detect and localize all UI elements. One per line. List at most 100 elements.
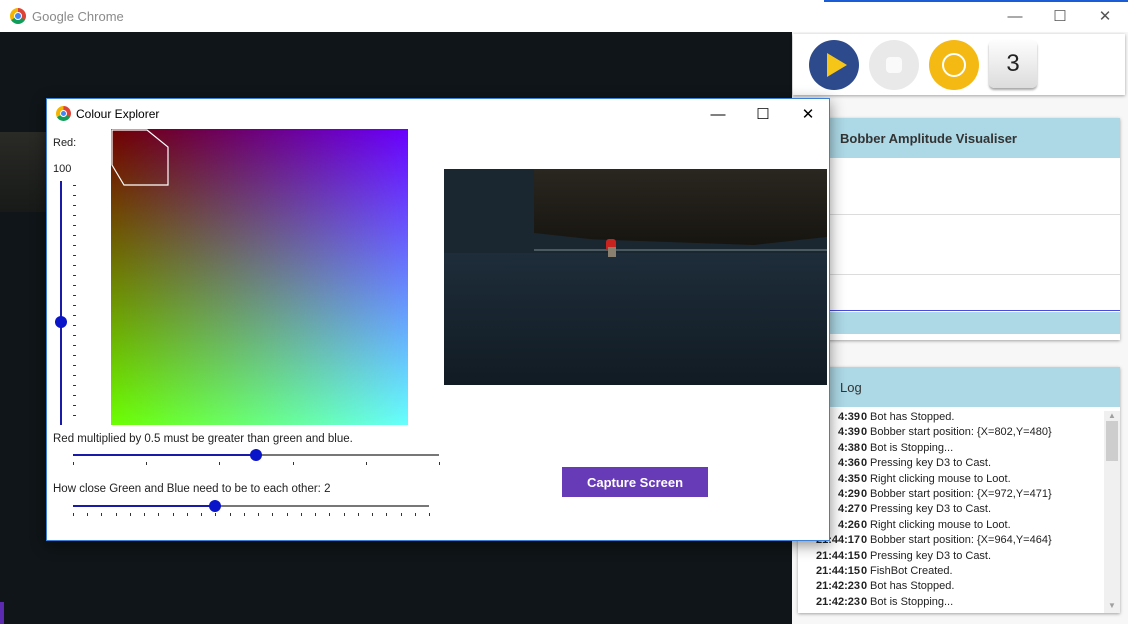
- log-time: 4:29: [837, 488, 860, 500]
- log-entry: 21:44:15 0 Pressing key D3 to Cast.: [798, 550, 1102, 565]
- chrome-logo-icon: [56, 106, 71, 121]
- slider-tick: [219, 462, 221, 465]
- slider-tick: [115, 513, 117, 516]
- slider-tick: [429, 513, 430, 516]
- log-level: 0: [861, 441, 868, 454]
- slider-tick: [329, 513, 331, 516]
- log-message: FishBot Created.: [870, 565, 953, 577]
- slider-tick: [146, 462, 148, 465]
- slider-tick: [172, 513, 174, 516]
- slider-tick: [400, 513, 402, 516]
- slider-tick: [292, 462, 294, 465]
- slider-tick: [73, 285, 76, 286]
- log-entry: 4:39 0 Bobber start position: {X=802,Y=480…: [798, 426, 1102, 441]
- slider-tick: [414, 513, 416, 516]
- red-slider[interactable]: [53, 181, 76, 425]
- log-time: 4:38: [837, 441, 860, 454]
- log-message: Pressing key D3 to Cast.: [870, 457, 992, 470]
- log-entry: 21:44:17 0 Bobber start position: {X=964,Y…: [798, 534, 1102, 549]
- multiplier-slider-thumb[interactable]: [250, 449, 262, 461]
- log-time: 4:39: [837, 411, 860, 423]
- log-message: Right clicking mouse to Loot.: [870, 518, 1011, 531]
- scroll-up-icon[interactable]: ▲: [1104, 411, 1120, 421]
- log-message: Bobber start position: {X=802,Y=480}: [870, 426, 1052, 439]
- slider-tick: [144, 513, 146, 516]
- settings-icon[interactable]: [929, 40, 979, 90]
- log-time: 4:36: [837, 457, 860, 470]
- closeness-slider[interactable]: [73, 499, 430, 519]
- slider-tick: [73, 255, 76, 256]
- log-title: Log: [840, 380, 862, 395]
- log-time: 21:42:23: [815, 595, 860, 608]
- log-message: Pressing key D3 to Cast.: [870, 549, 992, 562]
- log-message: Bobber start position: {X=972,Y=471}: [870, 488, 1052, 500]
- cast-key-button[interactable]: 3: [989, 40, 1037, 88]
- red-slider-thumb[interactable]: [55, 315, 67, 328]
- amplitude-visualiser-card: Bobber Amplitude Visualiser: [798, 118, 1120, 340]
- slider-tick: [186, 513, 188, 516]
- log-entry: 4:38 0 Bot is Stopping...: [798, 442, 1102, 457]
- dialog-minimize-button[interactable]: —: [695, 99, 741, 129]
- maximize-button[interactable]: ☐: [1037, 0, 1083, 32]
- log-entry: 4:27 0 Pressing key D3 to Cast.: [798, 503, 1102, 518]
- log-entry: 4:26 0 Right clicking mouse to Loot.: [798, 519, 1102, 534]
- slider-tick: [73, 225, 76, 226]
- close-button[interactable]: ✕: [1082, 0, 1128, 32]
- red-label: Red:: [53, 137, 77, 149]
- slider-tick: [129, 513, 131, 516]
- slider-tick: [87, 513, 89, 516]
- slider-tick: [272, 513, 274, 516]
- play-icon[interactable]: [809, 40, 859, 90]
- slider-tick: [73, 365, 76, 366]
- dialog-maximize-button[interactable]: ☐: [740, 99, 786, 129]
- log-entry: 4:35 0 Right clicking mouse to Loot.: [798, 473, 1102, 488]
- log-level: 0: [861, 518, 868, 531]
- log-message: Bobber start position: {X=964,Y=464}: [870, 534, 1052, 547]
- scrollbar-thumb[interactable]: [1106, 421, 1118, 461]
- dialog-title: Colour Explorer: [76, 107, 160, 121]
- log-entry: 4:36 0 Pressing key D3 to Cast.: [798, 457, 1102, 472]
- slider-tick: [215, 513, 217, 516]
- log-message: Pressing key D3 to Cast.: [870, 503, 992, 516]
- log-time: 21:42:23: [815, 580, 860, 593]
- slider-tick: [372, 513, 374, 516]
- slider-tick: [73, 235, 76, 236]
- log-time: 21:44:15: [815, 565, 860, 577]
- log-scrollbar[interactable]: ▲ ▼: [1104, 411, 1120, 613]
- slider-tick: [243, 513, 245, 516]
- slider-tick: [258, 513, 260, 516]
- log-level: 0: [861, 580, 868, 593]
- visualiser-title: Bobber Amplitude Visualiser: [840, 131, 1017, 146]
- log-level: 0: [861, 549, 868, 562]
- scroll-down-icon[interactable]: ▼: [1104, 601, 1120, 611]
- slider-tick: [73, 513, 74, 516]
- slider-fill: [73, 505, 216, 507]
- slider-tick: [73, 195, 76, 196]
- log-message: Bot has Stopped.: [870, 411, 955, 423]
- visualiser-gridline: [830, 274, 1120, 275]
- log-time: 21:44:15: [815, 549, 860, 562]
- colour-square[interactable]: [111, 129, 408, 425]
- dialog-close-button[interactable]: ✕: [785, 99, 831, 129]
- closeness-slider-thumb[interactable]: [209, 500, 222, 512]
- capture-screen-button[interactable]: Capture Screen: [562, 467, 708, 497]
- multiplier-slider[interactable]: [73, 448, 440, 468]
- accent-strip: [824, 0, 1128, 2]
- slider-tick: [101, 513, 103, 516]
- minimize-button[interactable]: —: [992, 0, 1038, 32]
- slider-tick: [73, 385, 76, 386]
- slider-tick: [343, 513, 345, 516]
- slider-tick: [73, 325, 76, 326]
- slider-tick: [73, 315, 76, 316]
- log-level: 0: [861, 503, 868, 516]
- visualiser-header: Bobber Amplitude Visualiser: [798, 118, 1120, 158]
- chrome-title-bar: Google Chrome — ☐ ✕: [0, 0, 1128, 33]
- slider-fill: [73, 454, 256, 456]
- slider-tick: [365, 462, 367, 465]
- log-entry: 21:44:15 0 FishBot Created.: [798, 565, 1102, 580]
- log-entry: 21:42:23 0 Bot has Stopped.: [798, 580, 1102, 595]
- stop-icon[interactable]: [869, 40, 919, 90]
- slider-tick: [73, 405, 76, 406]
- amplitude-line: [830, 310, 1120, 311]
- log-message: Right clicking mouse to Loot.: [870, 472, 1011, 485]
